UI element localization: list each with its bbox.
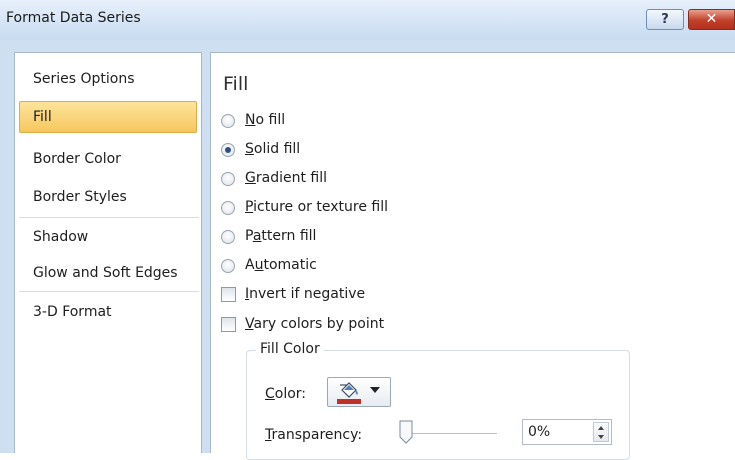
paint-bucket-icon xyxy=(337,382,361,404)
radio-button[interactable] xyxy=(221,172,235,186)
nav-item-border-color[interactable]: Border Color xyxy=(19,143,197,175)
radio-button[interactable] xyxy=(221,230,235,244)
nav-item-shadow[interactable]: Shadow xyxy=(19,221,197,253)
nav-item-glow-soft-edges[interactable]: Glow and Soft Edges xyxy=(19,257,197,289)
dialog-title: Format Data Series xyxy=(6,10,141,26)
nav-item-series-options[interactable]: Series Options xyxy=(19,63,197,95)
format-data-series-dialog: Format Data Series ? ✕ Series Options Fi… xyxy=(0,0,735,460)
nav-divider xyxy=(19,217,199,218)
radio-button-selected[interactable] xyxy=(221,143,235,157)
nav-item-border-styles[interactable]: Border Styles xyxy=(19,181,197,213)
help-icon: ? xyxy=(661,12,669,27)
transparency-label: Transparency: xyxy=(265,427,363,443)
radio-button[interactable] xyxy=(221,259,235,273)
chevron-down-icon xyxy=(370,387,380,393)
nav-item-fill[interactable]: Fill xyxy=(19,101,197,133)
transparency-value: 0% xyxy=(528,424,551,440)
spin-up-icon[interactable] xyxy=(598,426,604,430)
section-heading: Fill xyxy=(223,73,249,95)
spin-down-icon[interactable] xyxy=(598,435,604,439)
help-button[interactable]: ? xyxy=(646,9,684,30)
close-icon: ✕ xyxy=(705,11,718,27)
nav-divider xyxy=(19,291,199,292)
fill-color-group-label: Fill Color xyxy=(256,341,324,357)
radio-button[interactable] xyxy=(221,114,235,128)
transparency-spinner[interactable]: 0% xyxy=(522,419,612,445)
close-button[interactable]: ✕ xyxy=(688,9,735,30)
fill-panel: Fill No fill Solid fill Gradient fill Pi… xyxy=(210,52,735,460)
checkbox[interactable] xyxy=(221,317,236,332)
color-label: Color: xyxy=(265,386,307,402)
nav-item-3d-format[interactable]: 3-D Format xyxy=(19,296,197,328)
title-bar[interactable]: Format Data Series ? ✕ xyxy=(0,0,735,40)
category-list: Series Options Fill Border Color Border … xyxy=(14,52,202,453)
transparency-slider-track[interactable] xyxy=(407,433,497,435)
color-picker-button[interactable] xyxy=(327,377,391,407)
radio-button[interactable] xyxy=(221,201,235,215)
spinner-buttons[interactable] xyxy=(593,422,609,442)
checkbox[interactable] xyxy=(221,287,236,302)
transparency-slider-thumb[interactable] xyxy=(399,420,413,444)
